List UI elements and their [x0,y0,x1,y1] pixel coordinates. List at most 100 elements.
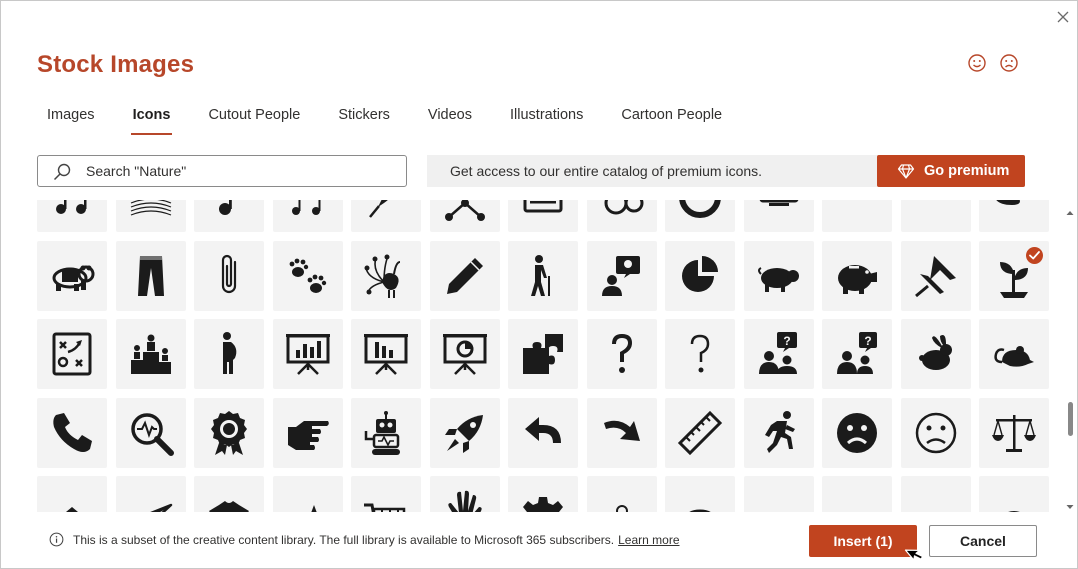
icon-tile-presentation-bar-chart[interactable] [272,319,343,389]
icon-tile-palette[interactable] [979,200,1049,232]
icon-tile-t-shirt[interactable] [194,476,264,512]
presenter-idea-icon [601,255,640,296]
icon-tile-rocket[interactable] [429,397,500,468]
icon-tile-plant[interactable] [979,240,1049,311]
icon-tile-smiling-heart-eyes[interactable] [979,476,1049,512]
icon-tile-person-with-cane[interactable] [508,240,578,311]
tab-stickers[interactable]: Stickers [328,104,390,135]
learn-more-link[interactable]: Learn more [618,533,679,547]
icon-tile-panda[interactable] [37,240,107,311]
icon-tile-paperclip[interactable] [194,240,264,311]
icon-tile-presenter-idea[interactable] [586,240,657,311]
icon-tile-presentation-pie-chart[interactable] [429,319,500,389]
icon-tile-phone[interactable] [37,397,107,468]
icon-grid-viewport: ?? [31,200,1061,512]
icon-tile-pig[interactable] [743,240,814,311]
icon-tile-music-notes[interactable] [37,200,107,232]
search-input[interactable] [86,160,396,182]
smartphone-icon [912,487,960,512]
icon-tile-skull[interactable] [665,476,735,512]
icon-tile-pants[interactable] [115,240,186,311]
icon-tile-sad-face-filled[interactable] [822,397,892,468]
tab-icons[interactable]: Icons [123,104,173,135]
icon-tile-presentation-column-chart[interactable] [351,319,421,389]
icon-tile-presenter-question-group[interactable]: ? [743,319,814,389]
tab-videos[interactable]: Videos [418,104,472,135]
icon-tile-paw-prints[interactable] [272,240,343,311]
mouse-cursor-icon [904,549,924,561]
go-premium-button[interactable]: Go premium [877,155,1025,187]
icon-tile-shopping-cart[interactable] [351,476,421,512]
icon-tile-arrow-right[interactable] [822,476,892,512]
question-mark-thin-icon [690,334,710,373]
presenter-question-pair-icon: ? [837,332,877,374]
close-icon[interactable] [1053,7,1073,27]
icon-tile-peacock[interactable] [351,240,421,311]
icon-tile-scales-of-justice[interactable] [979,397,1049,468]
panda-icon [52,265,95,291]
icon-tile-monitor[interactable] [743,200,814,232]
icon-tile-pushpin[interactable] [900,240,971,311]
icon-tile-rotate-right[interactable] [586,397,657,468]
icon-tile-playbook[interactable] [37,319,107,389]
icon-tile-ruler[interactable] [665,397,735,468]
icon-tile-pie-chart-partial[interactable] [665,200,735,232]
selected-check-icon [1026,246,1043,264]
tab-images[interactable]: Images [37,104,95,135]
icon-tile-question-mark-thin[interactable] [665,319,735,389]
cancel-button[interactable]: Cancel [929,525,1037,557]
peacock-icon [364,254,401,298]
icon-tile-pregnant-woman[interactable] [194,319,264,389]
icon-tile-sleeping-bed[interactable] [743,476,814,512]
icon-tile-sad-face[interactable] [900,397,971,468]
icon-tile-shooting-star[interactable] [272,476,343,512]
grid-scrollbar[interactable] [1064,200,1076,512]
icon-tile-hand[interactable] [429,476,500,512]
pregnant-woman-icon [223,332,237,374]
insert-button[interactable]: Insert (1) [809,525,917,557]
icon-tile-podium[interactable] [115,319,186,389]
icon-tile-ring-objects[interactable] [586,200,657,232]
icon-tile-smartphone[interactable] [900,476,971,512]
icon-tile-rat[interactable] [979,319,1049,389]
frown-icon[interactable] [999,53,1019,73]
newspaper-icon [523,200,563,213]
tab-cutout-people[interactable]: Cutout People [198,104,300,135]
icon-tile-gear[interactable] [508,476,578,512]
tab-cartoon-people[interactable]: Cartoon People [611,104,722,135]
network-icon [444,200,485,221]
icon-tile-question-mark[interactable] [586,319,657,389]
icon-tile-research[interactable] [115,397,186,468]
icon-tile-house[interactable] [37,476,107,512]
scrollbar-thumb[interactable] [1068,402,1073,436]
icon-tile-beamed-notes[interactable] [272,200,343,232]
house-icon [66,507,78,512]
icon-tile-music-note[interactable] [194,200,264,232]
podium-icon [130,334,171,374]
icon-tile-rotate-left[interactable] [508,397,578,468]
sad-face-icon [915,412,956,453]
icon-tile-owl[interactable] [900,200,971,232]
icon-tile-pie-chart[interactable] [665,240,735,311]
icon-tile-robot[interactable] [351,397,421,468]
icon-tile-pencil[interactable] [429,240,500,311]
icon-tile-puzzle[interactable] [508,319,578,389]
icon-tile-feather-pen[interactable] [351,200,421,232]
icon-tile-presenter-question-pair[interactable]: ? [822,319,892,389]
icon-tile-network[interactable] [429,200,500,232]
icon-tile-newspaper[interactable] [508,200,578,232]
icon-tile-right-pointing-hand[interactable] [272,397,343,468]
icon-tile-piggy-bank[interactable] [822,240,892,311]
scroll-down-icon[interactable] [1066,498,1074,509]
scroll-up-icon[interactable] [1066,204,1074,215]
tab-illustrations[interactable]: Illustrations [500,104,583,135]
ring-objects-icon [604,200,643,215]
icon-tile-rabbit[interactable] [900,319,971,389]
icon-tile-ribbon-award[interactable] [194,397,264,468]
icon-tile-skeleton[interactable] [586,476,657,512]
icon-tile-running-person[interactable] [743,397,814,468]
icon-tile-handshake[interactable] [822,200,892,232]
smile-icon[interactable] [967,53,987,73]
icon-tile-sheet-music[interactable] [115,200,186,232]
icon-tile-paper-plane[interactable] [115,476,186,512]
